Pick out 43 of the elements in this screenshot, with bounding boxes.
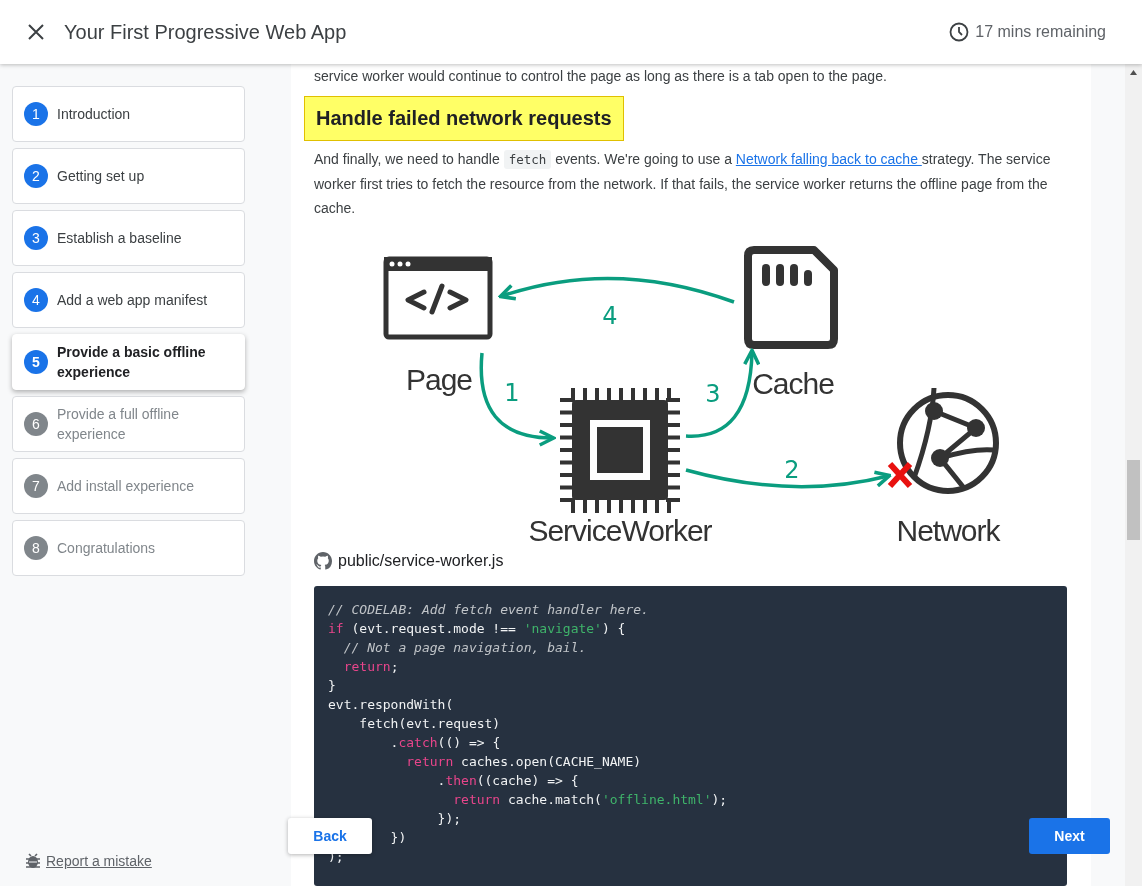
step-number-label: 4 [602, 302, 618, 330]
body-text: service worker would continue to control the page as long as there is a tab open to the page. [314, 67, 888, 86]
sidebar-step[interactable]: 5 Provide a basic offline experience [12, 334, 245, 390]
body-paragraph: And finally, we need to handle fetch events. We're going to use a Network falling back to cache strategy. The service worker first tries to fetch the resource from the network. If that fails, the service worker returns the offline page from the cache. [314, 149, 1052, 218]
step-number-label: 2 [784, 456, 800, 484]
sidebar-step[interactable]: 3 Establish a baseline [12, 210, 245, 266]
step-number: 1 [24, 102, 48, 126]
next-button[interactable]: Next [1029, 818, 1110, 854]
service-worker-label: ServiceWorker [528, 514, 712, 547]
clock-icon [949, 22, 970, 42]
step-number: 4 [24, 288, 48, 312]
page-title: Your First Progressive Web App [64, 20, 348, 44]
step-number: 2 [24, 164, 48, 188]
sidebar-step[interactable]: 7 Add install experience [12, 458, 245, 514]
step-number: 5 [24, 350, 48, 374]
step-number: 3 [24, 226, 48, 250]
report-mistake-link[interactable]: Report a mistake [46, 853, 152, 869]
network-label: Network [896, 514, 1000, 547]
github-icon [314, 552, 332, 570]
step-number-label: 1 [504, 379, 520, 407]
step-number: 8 [24, 536, 48, 560]
step-number: 6 [24, 412, 48, 436]
back-button[interactable]: Back [288, 818, 372, 854]
sidebar-step[interactable]: 1 Introduction [12, 86, 245, 142]
sidebar-step[interactable]: 2 Getting set up [12, 148, 245, 204]
browser-code-icon [383, 256, 493, 340]
chip-icon [560, 388, 680, 513]
sidebar-step[interactable]: 4 Add a web app manifest [12, 272, 245, 328]
section-heading: Handle failed network requests [304, 96, 624, 141]
globe-icon [897, 385, 999, 494]
time-remaining: 17 mins remaining [975, 23, 1106, 41]
sidebar-step[interactable]: 8 Congratulations [12, 520, 245, 576]
step-number: 7 [24, 474, 48, 498]
step-number-label: 3 [705, 380, 721, 408]
file-name: public/service-worker.js [338, 552, 504, 570]
sidebar-step[interactable]: 6 Provide a full offline experience [12, 396, 245, 452]
page-label: Page [405, 363, 473, 396]
strategy-link[interactable]: Network falling back to cache [735, 151, 922, 167]
scroll-thumb[interactable] [1127, 460, 1140, 540]
scrollbar[interactable] [1125, 64, 1142, 886]
sd-card-icon [744, 246, 838, 349]
bug-icon [24, 852, 42, 870]
cache-label: Cache [752, 367, 834, 400]
